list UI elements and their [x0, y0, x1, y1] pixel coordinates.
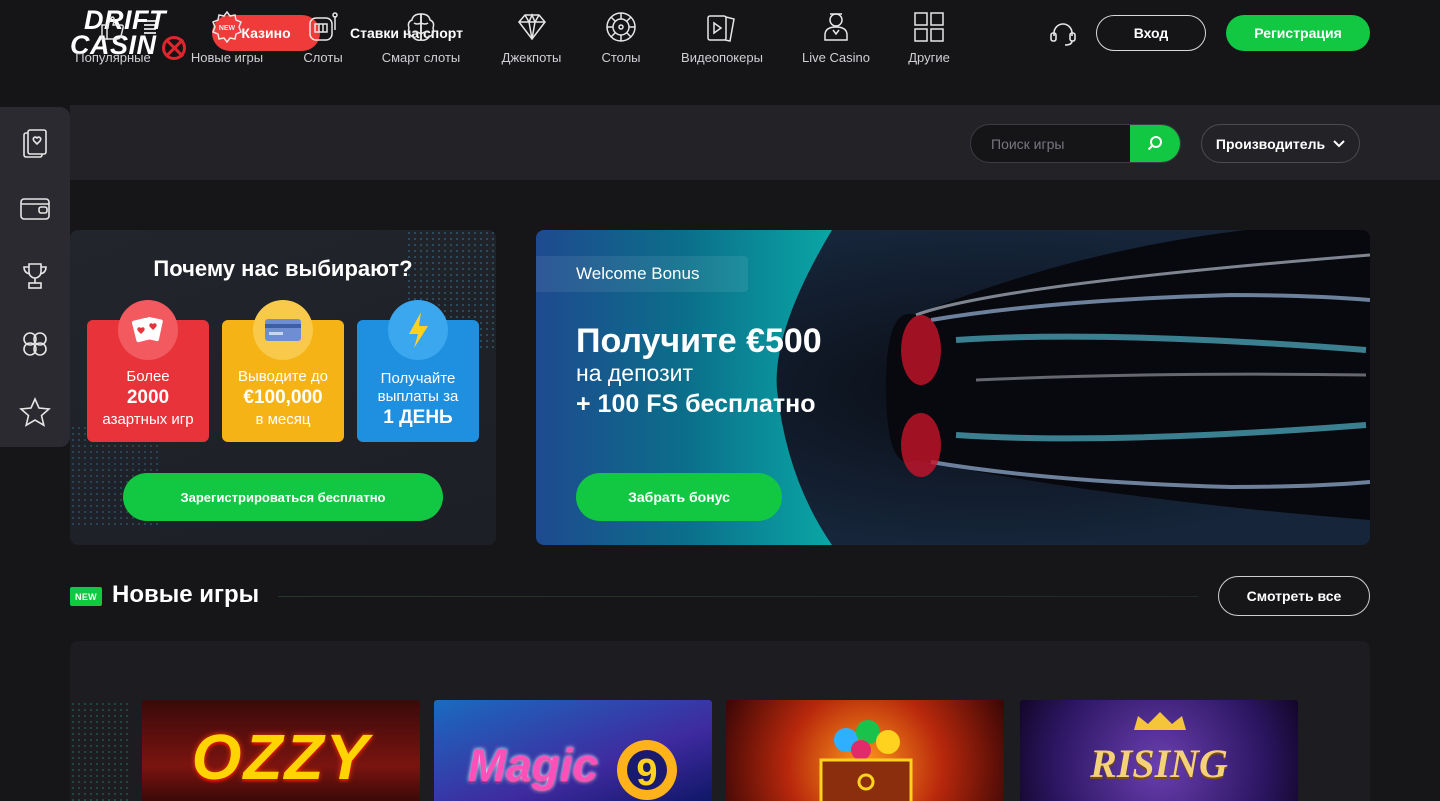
chevron-down-icon — [1333, 139, 1345, 147]
support-headset-icon[interactable] — [1048, 20, 1078, 48]
feature-value: 1 ДЕНЬ — [383, 407, 453, 428]
bonus-amount: Получите €500 — [576, 322, 822, 360]
feature-line1: Более — [126, 368, 170, 385]
feature-value: 2000 — [126, 387, 170, 408]
category-live-casino[interactable]: Live Casino — [802, 10, 870, 70]
crown-icon — [1134, 712, 1186, 730]
brain-icon — [407, 13, 435, 41]
why-choose-us-panel: Почему нас выбирают? Более 2000 азартных… — [70, 230, 496, 545]
new-games-carousel: OZZY Magic 9 RISING — [70, 641, 1370, 801]
feature-line3: азартных игр — [102, 411, 194, 428]
section-divider — [278, 596, 1198, 597]
category-label: Джекпоты — [501, 50, 562, 65]
treasure-chest-icon — [819, 720, 913, 801]
search-input[interactable] — [971, 125, 1131, 162]
grid-icon — [914, 12, 944, 42]
login-button[interactable]: Вход — [1096, 15, 1206, 51]
left-quick-rail — [0, 107, 70, 447]
decor-dots — [70, 701, 130, 801]
new-badge-icon: NEW — [212, 10, 242, 44]
diamond-icon — [517, 13, 546, 41]
svg-text:9: 9 — [636, 752, 657, 794]
lightning-icon — [388, 300, 448, 360]
bonus-freespins: + 100 FS бесплатно — [576, 390, 816, 418]
game-tile[interactable]: Magic 9 — [434, 700, 712, 801]
feature-line1: Получайте выплаты за — [377, 370, 459, 405]
sun-nine-icon: 9 — [617, 740, 677, 800]
provider-label: Производитель — [1215, 135, 1326, 152]
game-tile[interactable]: RISING — [1020, 700, 1298, 801]
new-games-title: Новые игры — [112, 581, 260, 608]
welcome-bonus-label: Welcome Bonus — [576, 264, 700, 283]
bonus-subtitle: на депозит — [576, 360, 694, 386]
feature-card-games: Более 2000 азартных игр — [87, 300, 209, 442]
feature-card-payouts: Получайте выплаты за 1 ДЕНЬ — [357, 300, 479, 442]
slot-machine-icon — [309, 12, 338, 41]
dealer-icon — [824, 13, 848, 41]
feature-card-withdraw: Выводите до €100,000 в месяц — [222, 300, 344, 442]
feature-line1: Выводите до — [237, 368, 329, 385]
video-poker-icon — [707, 15, 735, 42]
category-label: Новые игры — [190, 50, 264, 65]
register-free-button[interactable]: Зарегистрироваться бесплатно — [123, 473, 443, 521]
why-title: Почему нас выбирают? — [153, 256, 413, 281]
star-icon[interactable] — [16, 393, 54, 431]
game-title: OZZY — [191, 721, 371, 793]
game-search — [970, 124, 1181, 163]
game-tile[interactable]: OZZY — [142, 700, 420, 801]
category-label: Видеопокеры — [681, 50, 763, 65]
logo-target-icon — [162, 36, 186, 60]
roulette-icon — [606, 12, 636, 42]
category-popular[interactable]: Популярные — [75, 10, 151, 70]
category-label: Слоты — [303, 50, 343, 65]
welcome-bonus-banner: Welcome Bonus Получите €500 на депозит +… — [536, 230, 1370, 545]
category-jackpots[interactable]: Джекпоты — [499, 10, 564, 70]
claim-bonus-button[interactable]: Забрать бонус — [576, 473, 782, 521]
category-label: Столы — [601, 50, 641, 65]
category-label: Смарт слоты — [381, 50, 461, 65]
feature-line3: в месяц — [255, 411, 311, 428]
credit-card-icon — [253, 300, 313, 360]
new-badge: NEW — [70, 587, 102, 606]
clover-icon[interactable] — [16, 325, 54, 363]
category-label: Популярные — [75, 50, 151, 65]
category-label: Другие — [908, 50, 950, 65]
category-smart-slots[interactable]: Смарт слоты — [381, 10, 461, 70]
playing-cards-icon — [118, 300, 178, 360]
wallet-icon[interactable] — [16, 189, 54, 227]
cards-icon[interactable] — [16, 125, 54, 163]
category-other[interactable]: Другие — [907, 10, 951, 70]
register-button[interactable]: Регистрация — [1226, 15, 1370, 51]
search-button[interactable] — [1130, 125, 1180, 162]
category-label: Live Casino — [802, 50, 870, 65]
game-title: RISING — [1090, 741, 1228, 786]
svg-text:NEW: NEW — [219, 25, 236, 32]
game-tile[interactable] — [726, 700, 1004, 801]
search-icon — [1147, 135, 1162, 150]
provider-dropdown[interactable]: Производитель — [1201, 124, 1360, 163]
category-new-games[interactable]: NEW Новые игры — [190, 10, 264, 70]
trophy-icon[interactable] — [16, 257, 54, 295]
category-slots[interactable]: Слоты — [302, 10, 344, 70]
welcome-bonus-tag: Welcome Bonus — [536, 256, 748, 292]
category-tables[interactable]: Столы — [601, 10, 641, 70]
thumbs-up-icon — [101, 16, 124, 40]
see-all-button[interactable]: Смотреть все — [1218, 576, 1370, 616]
feature-value: €100,000 — [243, 387, 323, 408]
category-video-poker[interactable]: Видеопокеры — [680, 10, 764, 70]
